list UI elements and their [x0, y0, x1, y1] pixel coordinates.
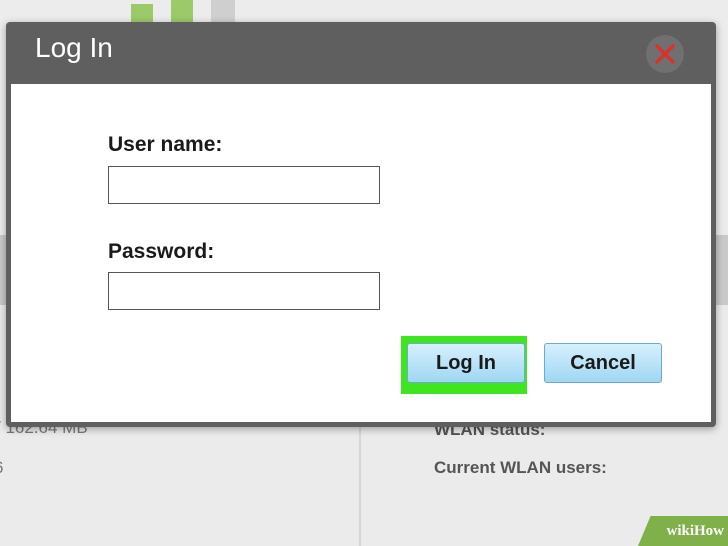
- wikihow-watermark: wikiHow: [638, 516, 728, 546]
- watermark-text: wikiHow: [666, 522, 724, 539]
- password-input[interactable]: [108, 272, 380, 310]
- dialog-body: User name: Password: Log In Cancel: [11, 84, 711, 422]
- dialog-header: Log In: [6, 22, 716, 84]
- cancel-button[interactable]: Cancel: [544, 343, 662, 383]
- close-x-icon: [654, 43, 676, 65]
- username-input[interactable]: [108, 166, 380, 204]
- count-value: 6: [0, 458, 3, 478]
- current-wlan-users-label: Current WLAN users:: [434, 458, 607, 477]
- username-label: User name:: [108, 133, 223, 156]
- dialog-title: Log In: [35, 32, 113, 63]
- close-button[interactable]: [646, 35, 684, 73]
- login-dialog: Log In User name: Password: Log In Cance…: [6, 22, 716, 427]
- login-button[interactable]: Log In: [407, 343, 525, 383]
- password-label: Password:: [108, 240, 215, 263]
